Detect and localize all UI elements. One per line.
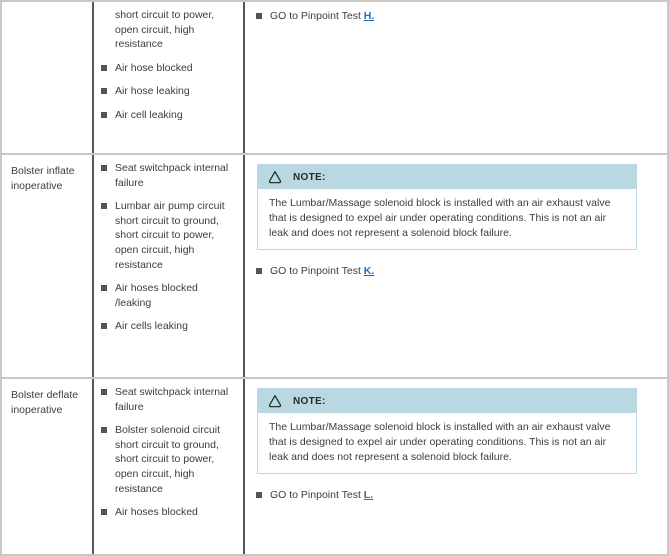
actions-cell: GO to Pinpoint Test H. — [245, 2, 667, 153]
actions-list: GO to Pinpoint Test H. — [255, 9, 655, 24]
condition-cell: Bolster inflate inoperative — [2, 155, 94, 377]
square-bullet-icon — [256, 13, 262, 19]
possible-sources-cell: short circuit to power, open circuit, hi… — [94, 2, 245, 153]
condition-label: Bolster inflate inoperative — [11, 165, 75, 192]
actions-list: GO to Pinpoint Test K. — [255, 264, 655, 279]
possible-sources-cell: Seat switchpack internal failure Bolster… — [94, 379, 245, 554]
actions-cell: NOTE: The Lumbar/Massage solenoid block … — [245, 155, 667, 377]
rounded-triangle-note-icon — [268, 395, 282, 408]
square-bullet-icon — [101, 111, 107, 118]
square-bullet-icon — [101, 203, 107, 210]
square-bullet-icon — [101, 165, 107, 171]
pinpoint-test-link[interactable]: H. — [364, 10, 375, 22]
possible-sources-list: Seat switchpack internal failure Lumbar … — [100, 161, 235, 334]
square-bullet-icon — [101, 427, 107, 434]
list-item: GO to Pinpoint Test K. — [255, 264, 655, 279]
action-text: GO to Pinpoint Test — [270, 10, 364, 22]
square-bullet-icon — [101, 64, 107, 71]
possible-sources-cell: Seat switchpack internal failure Lumbar … — [94, 155, 245, 377]
source-text: Air hoses blocked — [115, 506, 198, 519]
possible-sources-list: short circuit to power, open circuit, hi… — [100, 8, 235, 123]
condition-cell — [2, 2, 94, 153]
source-text: Seat switchpack internal failure — [115, 386, 229, 413]
list-item: Air cell leaking — [100, 108, 235, 123]
condition-cell: Bolster deflate inoperative — [2, 379, 94, 554]
square-bullet-icon — [101, 389, 107, 395]
pinpoint-test-link[interactable]: K. — [364, 265, 375, 277]
note-header: NOTE: — [258, 165, 636, 189]
list-item: short circuit to power, open circuit, hi… — [100, 8, 235, 52]
table-row: Bolster deflate inoperative Seat switchp… — [2, 379, 667, 554]
table-row: short circuit to power, open circuit, hi… — [2, 2, 667, 155]
list-item: GO to Pinpoint Test L. — [255, 488, 655, 503]
note-header: NOTE: — [258, 389, 636, 413]
source-text: short circuit to power, open circuit, hi… — [115, 9, 215, 51]
source-text: Air cells leaking — [115, 320, 188, 333]
square-bullet-icon — [256, 268, 262, 274]
square-bullet-icon — [101, 323, 107, 330]
square-bullet-icon — [101, 88, 107, 95]
square-bullet-icon — [101, 509, 107, 516]
source-text: Seat switchpack internal failure — [115, 162, 229, 189]
note-title: NOTE: — [293, 171, 326, 183]
actions-list: GO to Pinpoint Test L. — [255, 488, 655, 503]
list-item: GO to Pinpoint Test H. — [255, 9, 655, 24]
list-item: Lumbar air pump circuit short circuit to… — [100, 199, 235, 272]
source-text: Air hose blocked — [115, 61, 193, 74]
rounded-triangle-note-icon — [268, 171, 282, 184]
source-text: Lumbar air pump circuit short circuit to… — [115, 200, 225, 271]
note-callout: NOTE: The Lumbar/Massage solenoid block … — [257, 164, 637, 250]
actions-cell: NOTE: The Lumbar/Massage solenoid block … — [245, 379, 667, 554]
action-text: GO to Pinpoint Test — [270, 489, 364, 501]
square-bullet-icon — [256, 492, 262, 498]
list-item: Air hoses blocked /leaking — [100, 281, 235, 310]
list-item: Seat switchpack internal failure — [100, 161, 235, 190]
source-text: Bolster solenoid circuit short circuit t… — [115, 424, 221, 495]
condition-label: Bolster deflate inoperative — [11, 389, 79, 416]
list-item: Air hose blocked — [100, 61, 235, 76]
action-text: GO to Pinpoint Test — [270, 265, 364, 277]
list-item: Air hoses blocked — [100, 505, 235, 520]
pinpoint-test-link[interactable]: L. — [364, 489, 373, 501]
list-item: Air cells leaking — [100, 319, 235, 334]
note-title: NOTE: — [293, 395, 326, 407]
note-callout: NOTE: The Lumbar/Massage solenoid block … — [257, 388, 637, 474]
source-text: Air cell leaking — [115, 108, 183, 121]
square-bullet-icon — [101, 285, 107, 292]
list-item: Seat switchpack internal failure — [100, 385, 235, 414]
source-text: Air hoses blocked /leaking — [115, 282, 198, 309]
list-item: Bolster solenoid circuit short circuit t… — [100, 423, 235, 496]
table-row: Bolster inflate inoperative Seat switchp… — [2, 155, 667, 379]
list-item: Air hose leaking — [100, 84, 235, 99]
source-text: Air hose leaking — [115, 85, 190, 98]
possible-sources-list: Seat switchpack internal failure Bolster… — [100, 385, 235, 520]
note-body: The Lumbar/Massage solenoid block is ins… — [258, 189, 636, 249]
symptom-chart-table: short circuit to power, open circuit, hi… — [0, 0, 669, 556]
note-body: The Lumbar/Massage solenoid block is ins… — [258, 413, 636, 473]
